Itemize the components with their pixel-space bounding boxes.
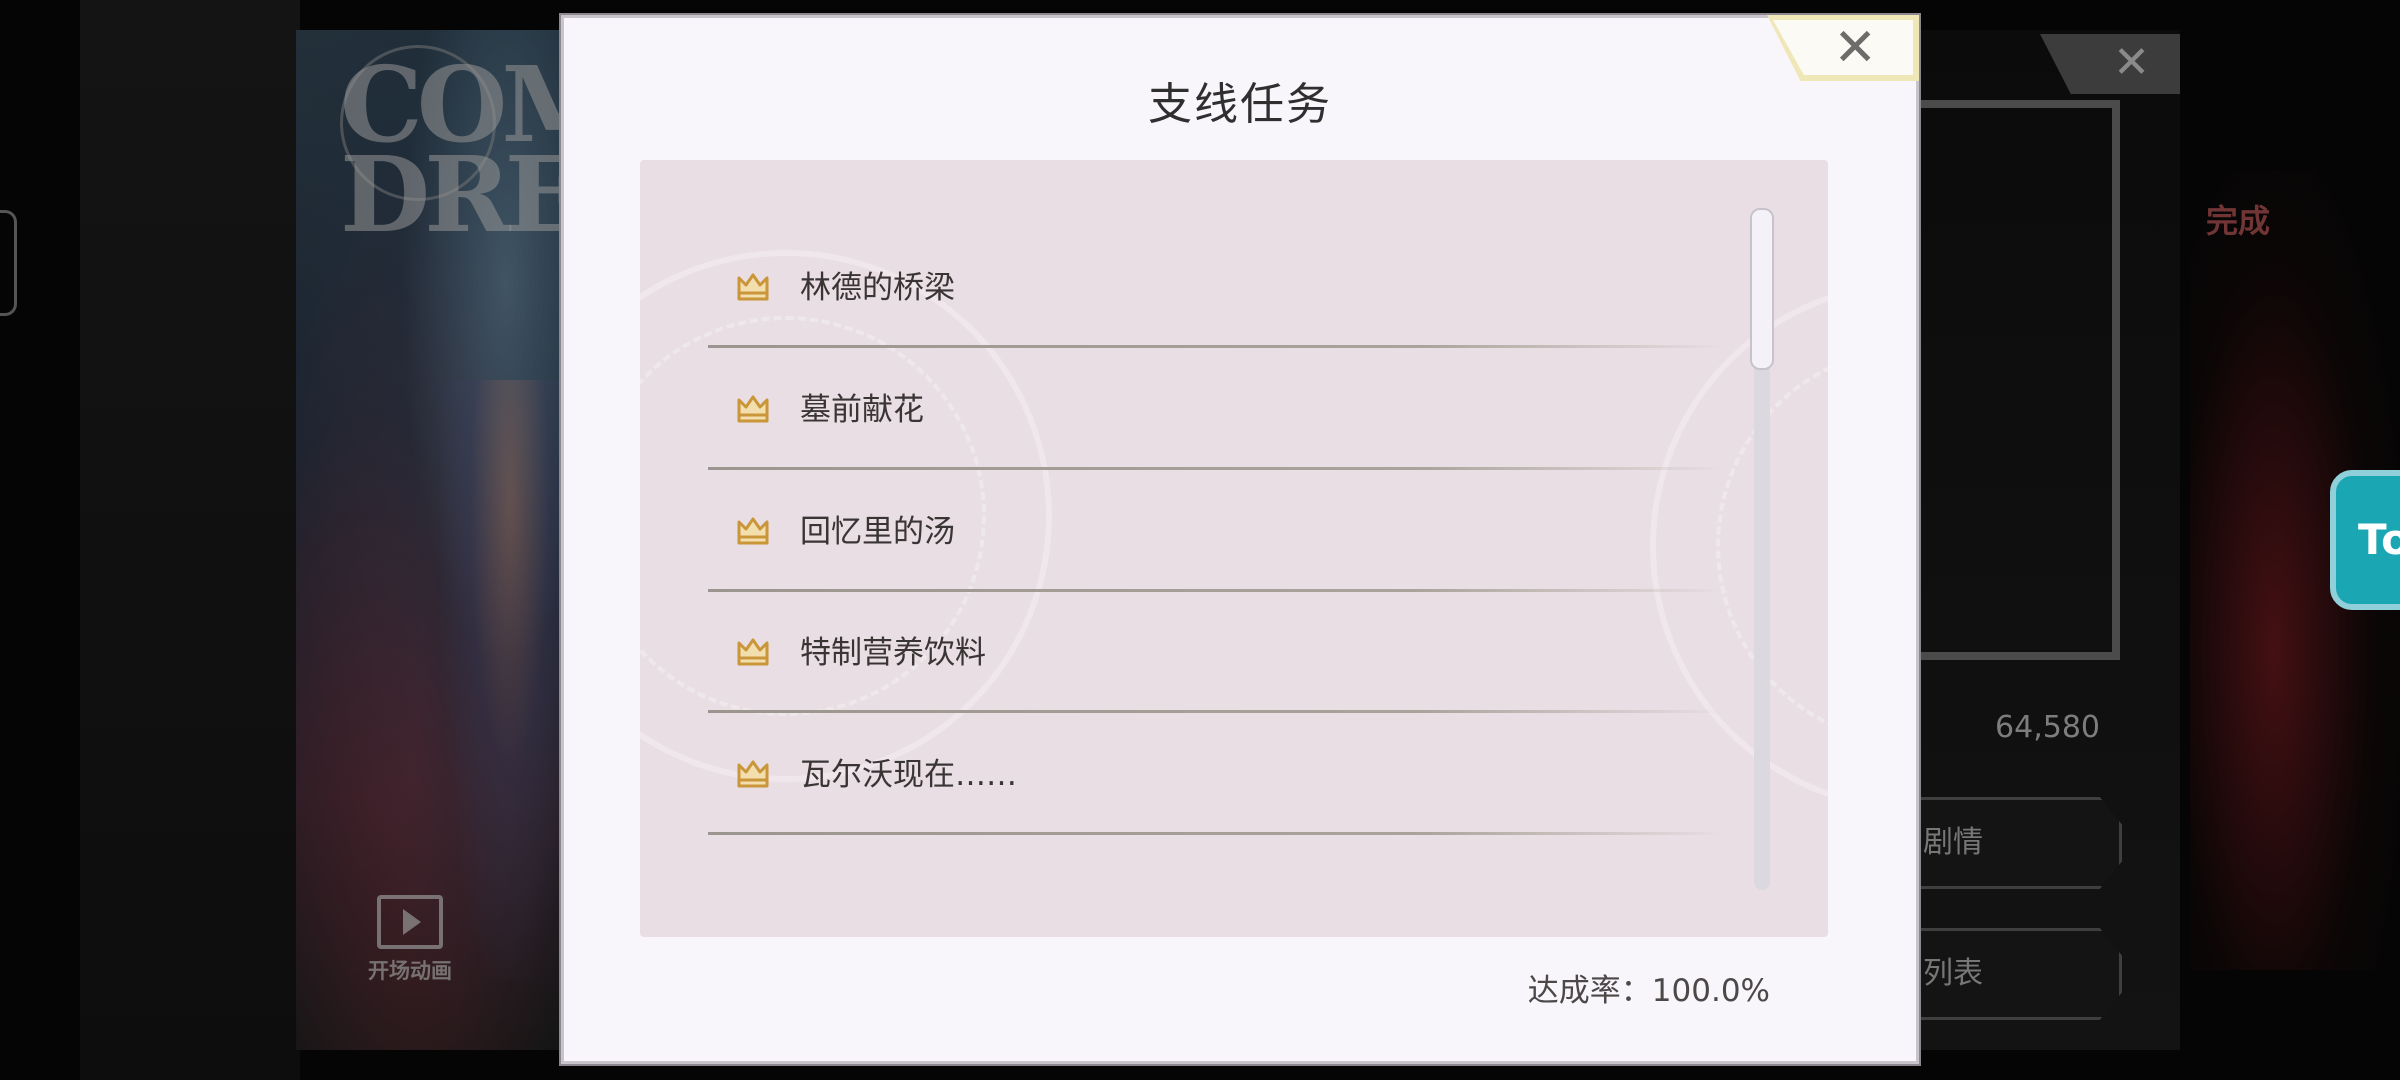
left-panel [80, 0, 300, 1080]
story-button-label: 剧情 [1923, 825, 1983, 860]
quest-label: 瓦尔沃现在…… [800, 757, 1017, 793]
quest-label: 回忆里的汤 [800, 514, 955, 550]
list-item[interactable]: 墓前献花 [708, 350, 1726, 470]
close-icon: ✕ [1773, 20, 1913, 75]
completion-rate: 达成率：100.0% [1527, 973, 1770, 1009]
story-button[interactable]: 剧情 [1900, 797, 2122, 889]
opening-video-button[interactable]: 开场动画 [360, 895, 460, 985]
list-button-label: 列表 [1923, 956, 1983, 991]
crown-icon [737, 760, 769, 788]
crown-icon [737, 638, 769, 666]
background-close-icon: ✕ [2113, 37, 2150, 88]
quest-label: 林德的桥梁 [800, 270, 955, 306]
list-item[interactable]: 林德的桥梁 [708, 228, 1726, 348]
crown-icon [737, 273, 769, 301]
crown-icon [737, 517, 769, 545]
opening-video-label: 开场动画 [368, 959, 452, 983]
list-item[interactable]: 回忆里的汤 [708, 472, 1726, 592]
list-button[interactable]: 列表 [1900, 928, 2122, 1020]
crown-icon [737, 395, 769, 423]
divider [708, 467, 1726, 470]
video-icon [377, 895, 443, 949]
score-value: 64,580 [1995, 710, 2100, 745]
quest-list[interactable]: 林德的桥梁 墓前献花 回忆里的汤 特制营养饮料 瓦尔沃现在…… [640, 160, 1828, 937]
dialog-title: 支线任务 [1148, 79, 1332, 130]
divider [708, 832, 1726, 835]
side-tab[interactable] [0, 210, 17, 316]
character-art [440, 380, 580, 980]
list-item[interactable]: 瓦尔沃现在…… [708, 715, 1726, 835]
divider [708, 589, 1726, 592]
scrollbar-thumb[interactable] [1750, 208, 1774, 370]
divider [708, 345, 1726, 348]
floating-side-button[interactable]: To [2330, 470, 2400, 610]
complete-label: 完成 [2206, 202, 2271, 240]
floating-side-label: To [2358, 515, 2400, 564]
quest-label: 墓前献花 [800, 392, 924, 428]
divider [708, 710, 1726, 713]
list-item[interactable]: 特制营养饮料 [708, 593, 1726, 713]
right-frame [1900, 100, 2120, 660]
quest-label: 特制营养饮料 [800, 635, 986, 671]
